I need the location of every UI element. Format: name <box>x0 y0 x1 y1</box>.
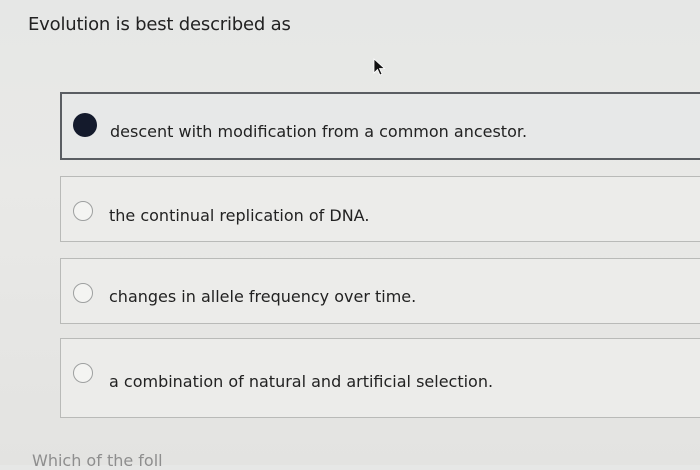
radio-button[interactable] <box>73 363 93 383</box>
radio-button[interactable] <box>73 283 93 303</box>
answer-option-label: descent with modification from a common … <box>110 122 528 141</box>
answer-option-label: changes in allele frequency over time. <box>109 287 417 306</box>
next-question-text: Which of the foll <box>32 451 163 470</box>
answer-option-3[interactable]: changes in allele frequency over time. <box>60 258 700 324</box>
answer-option-label: the continual replication of DNA. <box>109 206 370 225</box>
mouse-pointer-icon <box>373 58 386 76</box>
radio-button-selected[interactable] <box>73 113 97 137</box>
radio-button[interactable] <box>73 201 93 221</box>
answer-option-4[interactable]: a combination of natural and artificial … <box>60 338 700 418</box>
answer-option-label: a combination of natural and artificial … <box>109 372 494 391</box>
question-text: Evolution is best described as <box>28 14 291 35</box>
answer-option-2[interactable]: the continual replication of DNA. <box>60 176 700 242</box>
answer-option-1[interactable]: descent with modification from a common … <box>60 92 700 160</box>
